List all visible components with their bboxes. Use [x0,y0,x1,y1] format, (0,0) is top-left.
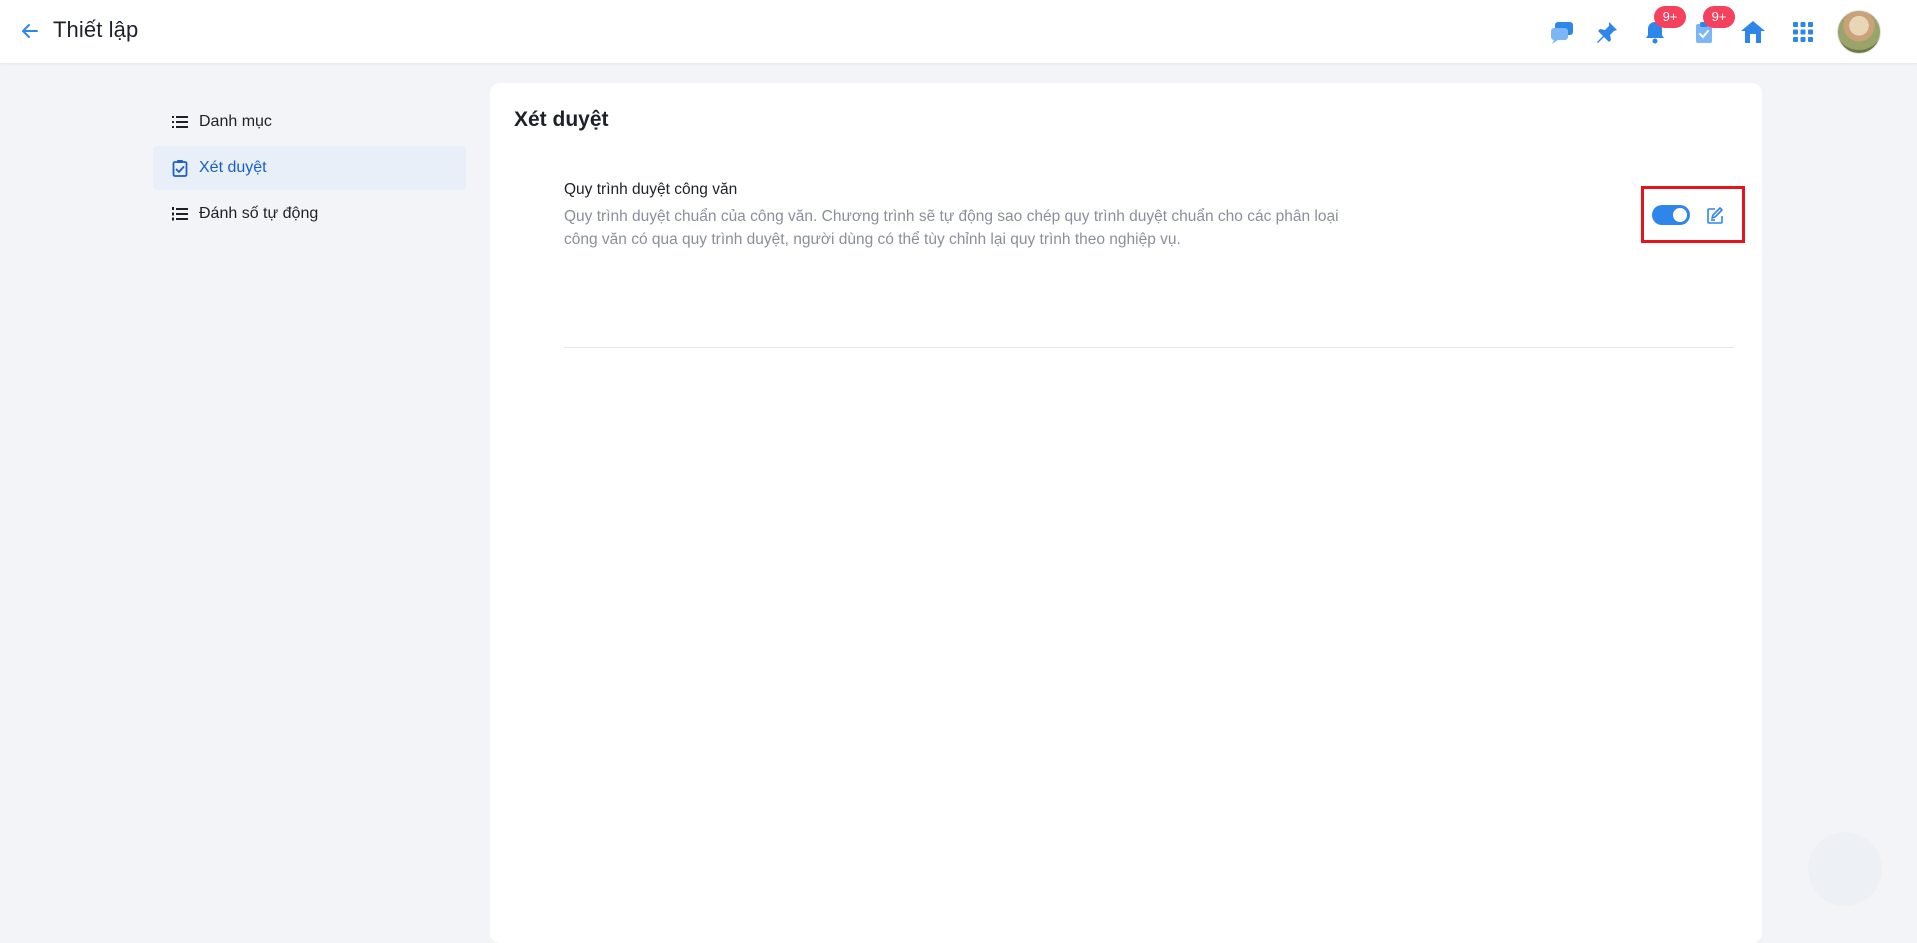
avatar[interactable] [1837,10,1881,54]
sidebar-item-xet-duyet[interactable]: Xét duyệt [153,146,466,190]
clipboard-task-icon[interactable]: 9+ [1689,6,1735,47]
setting-title: Quy trình duyệt công văn [564,181,738,198]
sidebar-item-danh-so-tu-dong[interactable]: Đánh số tự động [153,192,466,236]
section-title: Xét duyệt [514,108,609,131]
apps-grid-icon[interactable] [1788,17,1818,47]
enable-toggle[interactable] [1652,205,1690,225]
sidebar-item-label: Xét duyệt [199,159,267,176]
sidebar-item-label: Đánh số tự động [199,205,319,222]
toggle-knob [1673,208,1687,222]
notification-badge: 9+ [1654,6,1686,28]
content-card: Xét duyệt Quy trình duyệt công văn Quy t… [490,83,1762,943]
pin-icon[interactable] [1592,17,1622,47]
sidebar-item-label: Danh mục [199,113,272,130]
sidebar-item-danh-muc[interactable]: Danh mục [153,100,466,144]
setting-description: Quy trình duyệt chuẩn của công văn. Chươ… [564,208,1339,248]
list-icon [171,113,189,131]
divider [564,347,1734,348]
chat-icon[interactable] [1547,17,1577,47]
back-arrow-icon[interactable] [17,18,43,44]
bell-icon[interactable]: 9+ [1640,6,1686,47]
edit-icon[interactable] [1704,205,1726,227]
task-badge: 9+ [1703,6,1735,28]
page-title: Thiết lập [53,17,139,42]
checklist-icon [171,159,189,177]
floating-help-bubble[interactable] [1808,832,1882,906]
home-icon[interactable] [1738,17,1768,47]
numbered-list-icon [171,205,189,223]
setting-row: Quy trình duyệt công văn Quy trình duyệt… [564,181,1734,349]
settings-sidebar: Danh mục Xét duyệt Đánh số tự động [153,100,466,238]
top-bar: Thiết lập 9+ 9+ [0,0,1917,63]
